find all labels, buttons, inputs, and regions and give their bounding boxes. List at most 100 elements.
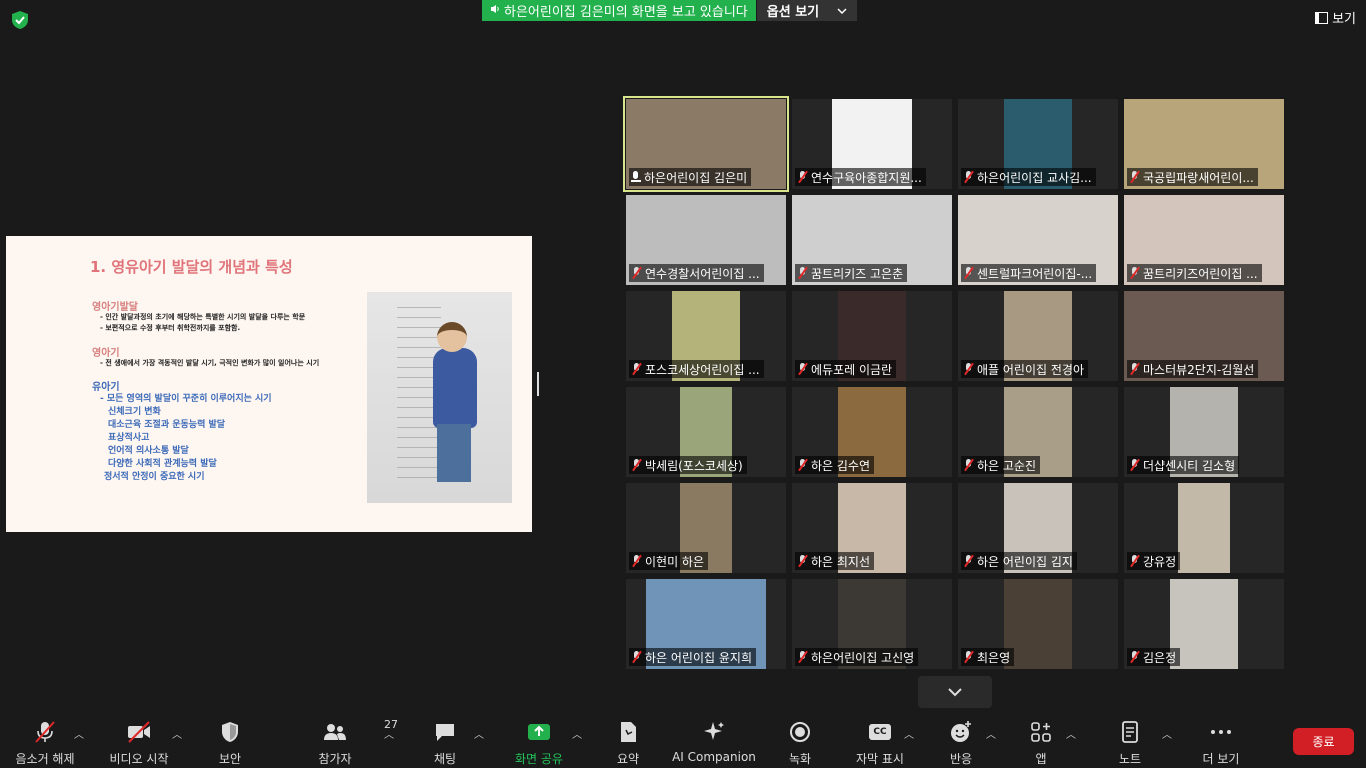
participant-tile[interactable]: 강유정 (1124, 483, 1284, 573)
gallery-collapse-button[interactable] (918, 676, 992, 708)
participant-video (1004, 579, 1072, 669)
participant-name-tag: 김은정 (1127, 648, 1181, 666)
participant-tile[interactable]: 박세림(포스코세상) (626, 387, 786, 477)
chat-label: 채팅 (433, 752, 457, 766)
mic-muted-icon (797, 171, 808, 183)
cc-badge: CC (869, 724, 891, 740)
more-label: 더 보기 (1202, 752, 1240, 766)
record-button[interactable]: 녹화 (755, 720, 845, 767)
chat-options-caret-icon[interactable]: ︿ (474, 726, 484, 741)
mic-muted-icon (1129, 555, 1140, 567)
participant-name: 강유정 (1143, 554, 1177, 569)
participant-tile[interactable]: 꿈트리키즈어린이집 ... (1124, 195, 1284, 285)
more-button[interactable]: 더 보기 (1176, 720, 1266, 767)
video-options-caret-icon[interactable]: ︿ (172, 726, 182, 741)
participant-tile[interactable]: 김은정 (1124, 579, 1284, 669)
participant-tile[interactable]: 하은 어린이집 윤지희 (626, 579, 786, 669)
video-start-label: 비디오 시작 (109, 752, 169, 766)
view-options-button[interactable]: 옵션 보기 (756, 0, 858, 21)
participant-tile[interactable]: 하은어린이집 고신영 (792, 579, 952, 669)
chevron-down-icon (948, 688, 962, 697)
mic-muted-icon (1129, 171, 1140, 183)
unmute-label: 음소거 해제 (15, 752, 75, 766)
summary-button[interactable]: 요약 (583, 720, 673, 767)
summary-label: 요약 (616, 752, 640, 766)
audio-options-caret-icon[interactable]: ︿ (74, 726, 84, 741)
participant-name-tag: 꿈트리키즈어린이집 ... (1127, 264, 1262, 282)
participant-name-tag: 하은 고순진 (961, 456, 1041, 474)
participant-tile[interactable]: 국공립파랑새어린이... (1124, 99, 1284, 189)
mic-muted-icon (797, 651, 808, 663)
participant-name: 하은 최지선 (811, 554, 871, 569)
participant-tile[interactable]: 애플 어린이집 전경아 (958, 291, 1118, 381)
reactions-options-caret-icon[interactable]: ︿ (986, 726, 996, 741)
mic-muted-icon (631, 651, 642, 663)
participant-name-tag: 더샵센시티 김소형 (1127, 456, 1240, 474)
participant-video (1170, 579, 1238, 669)
speaker-icon (490, 3, 500, 18)
participant-name: 하은어린이집 교사김... (977, 170, 1092, 185)
shield-icon (220, 720, 240, 744)
slide-line: 대소근육 조절과 운동능력 발달 (108, 420, 226, 430)
participant-name-tag: 하은어린이집 김은미 (629, 168, 752, 186)
participant-tile[interactable]: 더샵센시티 김소형 (1124, 387, 1284, 477)
participant-tile[interactable]: 연수구육아종합지원... (792, 99, 952, 189)
participant-name: 하은어린이집 고신영 (811, 650, 915, 665)
participant-name-tag: 하은어린이집 교사김... (961, 168, 1096, 186)
participants-options-caret-icon[interactable]: ︿ (384, 726, 394, 741)
participant-name-tag: 에듀포레 이금란 (795, 360, 897, 378)
encryption-shield-icon[interactable] (10, 10, 30, 30)
splitter-handle[interactable] (537, 372, 539, 396)
participant-tile[interactable]: 최은영 (958, 579, 1118, 669)
participant-name: 하은 어린이집 김지 (977, 554, 1073, 569)
security-button[interactable]: 보안 (185, 720, 275, 767)
ai-companion-button[interactable]: AI Companion (669, 720, 759, 764)
mic-muted-icon (631, 555, 642, 567)
share-screen-button[interactable]: 화면 공유 (494, 720, 584, 767)
participant-tile[interactable]: 연수경찰서어린이집 ... (626, 195, 786, 285)
participant-tile[interactable]: 에듀포레 이금란 (792, 291, 952, 381)
participant-name-tag: 마스터뷰2단지-김월선 (1127, 360, 1259, 378)
mic-muted-icon (631, 363, 642, 375)
participant-name: 하은 고순진 (977, 458, 1037, 473)
mic-muted-icon (963, 459, 974, 471)
participant-tile[interactable]: 포스코세상어린이집 ... (626, 291, 786, 381)
participant-tile[interactable]: 센트럴파크어린이집-... (958, 195, 1118, 285)
participant-tile[interactable]: 하은 김수연 (792, 387, 952, 477)
mic-muted-icon (1129, 651, 1140, 663)
participants-label: 참가자 (318, 752, 352, 766)
notes-icon (1120, 720, 1140, 744)
view-label: 보기 (1332, 12, 1356, 27)
captions-options-caret-icon[interactable]: ︿ (904, 726, 914, 741)
mic-muted-icon (963, 651, 974, 663)
mic-muted-icon (631, 459, 642, 471)
participant-video (1178, 483, 1230, 573)
slide-line: - 보편적으로 수정 후부터 취학전까지를 포함함. (100, 324, 241, 332)
slide-line: 다양한 사회적 관계능력 발달 (108, 459, 217, 469)
layout-icon (1315, 11, 1329, 24)
notes-options-caret-icon[interactable]: ︿ (1162, 726, 1172, 741)
participant-tile[interactable]: 이현미 하은 (626, 483, 786, 573)
share-options-caret-icon[interactable]: ︿ (572, 726, 582, 741)
end-meeting-button[interactable]: 종료 (1293, 728, 1354, 755)
slide-line: - 모든 영역의 발달이 꾸준히 이루어지는 시기 (100, 394, 272, 404)
apps-options-caret-icon[interactable]: ︿ (1066, 726, 1076, 741)
sparkle-icon (702, 720, 726, 744)
chat-bubble-icon (433, 720, 457, 744)
participant-tile[interactable]: 하은 고순진 (958, 387, 1118, 477)
slide-line: 언어적 의사소통 발달 (108, 446, 189, 456)
participant-name: 에듀포레 이금란 (811, 362, 893, 377)
participants-button[interactable]: 27 참가자 (290, 718, 398, 767)
participant-tile[interactable]: 꿈트리키즈 고은춘 (792, 195, 952, 285)
participant-tile[interactable]: 하은 어린이집 김지 (958, 483, 1118, 573)
participant-tile[interactable]: 하은어린이집 교사김... (958, 99, 1118, 189)
video-start-button[interactable]: 비디오 시작 (94, 720, 184, 767)
participant-tile[interactable]: 하은어린이집 김은미 (623, 96, 789, 192)
participant-tile[interactable]: 하은 최지선 (792, 483, 952, 573)
view-button[interactable]: 보기 (1315, 8, 1356, 27)
participant-tile[interactable]: 마스터뷰2단지-김월선 (1124, 291, 1284, 381)
participant-name: 더샵센시티 김소형 (1143, 458, 1236, 473)
mic-muted-icon (33, 720, 57, 744)
participant-name: 꿈트리키즈어린이집 ... (1143, 266, 1258, 281)
participant-name: 연수경찰서어린이집 ... (645, 266, 760, 281)
